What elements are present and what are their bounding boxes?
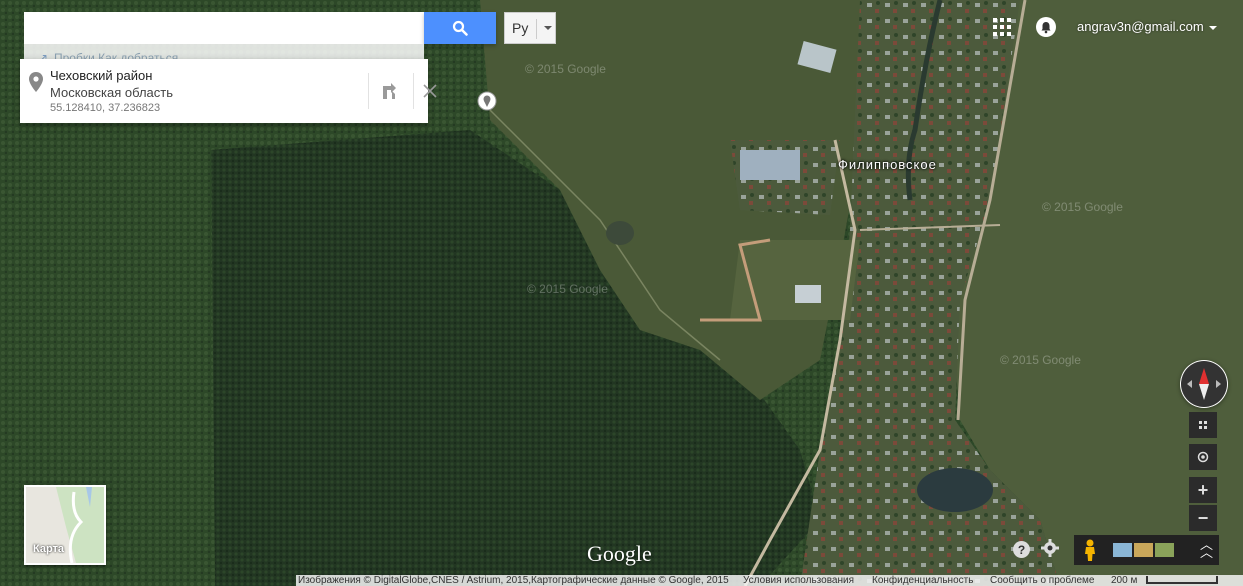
account-email[interactable]: angrav3n@gmail.com <box>1077 19 1204 34</box>
search-button[interactable] <box>424 12 496 44</box>
my-location-button[interactable] <box>1189 444 1217 470</box>
minimap-label: Карта <box>33 543 65 555</box>
map-footer: Изображения © DigitalGlobe,CNES / Astriu… <box>296 575 1243 586</box>
notifications-bell-icon[interactable] <box>1036 17 1056 37</box>
compass-button[interactable] <box>1180 360 1228 408</box>
apps-grid-icon[interactable] <box>993 18 1011 36</box>
scale-label[interactable]: 200 м <box>1111 575 1137 586</box>
my-location-icon <box>1197 451 1209 463</box>
search-box <box>24 12 424 45</box>
watermark: © 2015 Google <box>527 282 608 296</box>
place-coordinates[interactable]: 55.128410, 37.236823 <box>50 102 160 114</box>
chevron-down-icon[interactable] <box>1209 26 1217 30</box>
compass-icon <box>1181 361 1227 407</box>
report-problem-link[interactable]: Сообщить о проблеме <box>990 575 1094 586</box>
imagery-thumbnail[interactable] <box>1134 543 1153 557</box>
photos-toggle-button[interactable] <box>1189 412 1217 438</box>
map-view-toggle[interactable]: Карта <box>24 485 106 565</box>
close-button[interactable] <box>416 77 444 105</box>
imagery-thumbnail[interactable] <box>1155 543 1174 557</box>
location-marker-icon[interactable] <box>477 91 497 111</box>
watermark: © 2015 Google <box>1042 200 1123 214</box>
divider <box>368 73 369 109</box>
terms-link[interactable]: Условия использования <box>743 575 854 586</box>
language-selector[interactable]: Ру <box>504 12 556 44</box>
directions-icon: ↗ <box>38 51 49 60</box>
grid-icon <box>1199 421 1207 429</box>
google-logo: Google <box>587 541 652 566</box>
divider <box>536 19 537 39</box>
imagery-tray[interactable]: ︿ ︿ <box>1074 535 1219 565</box>
imagery-attribution: Изображения © DigitalGlobe,CNES / Astriu… <box>298 575 729 586</box>
search-suggestions-bar[interactable]: ↗ Пробки Как добраться <box>24 44 424 60</box>
gear-icon[interactable] <box>1040 538 1060 558</box>
directions-button[interactable] <box>376 77 406 105</box>
map-pin-icon <box>29 72 43 92</box>
place-info-card: Чеховский район Московская область 55.12… <box>20 59 437 123</box>
search-icon <box>452 20 468 36</box>
directions-icon <box>383 83 396 99</box>
place-region: Московская область <box>50 85 174 100</box>
privacy-link[interactable]: Конфиденциальность <box>872 575 973 586</box>
pegman-icon[interactable] <box>1083 539 1097 561</box>
scale-bar <box>1146 576 1218 584</box>
imagery-thumbnail[interactable] <box>1113 543 1132 557</box>
watermark: © 2015 Google <box>525 62 606 76</box>
chevron-down-icon <box>544 26 552 30</box>
divider <box>413 73 414 109</box>
place-title: Чеховский район <box>50 68 153 83</box>
chevron-up-icon[interactable]: ︿ ︿ <box>1200 538 1213 559</box>
zoom-out-button[interactable]: − <box>1189 505 1217 531</box>
close-icon <box>423 84 437 98</box>
language-label: Ру <box>512 20 529 36</box>
zoom-in-button[interactable]: + <box>1189 477 1217 503</box>
place-label: Филипповское <box>838 157 937 172</box>
search-input[interactable] <box>34 13 418 45</box>
watermark: © 2015 Google <box>1000 353 1081 367</box>
help-icon[interactable]: ? <box>1013 541 1030 558</box>
